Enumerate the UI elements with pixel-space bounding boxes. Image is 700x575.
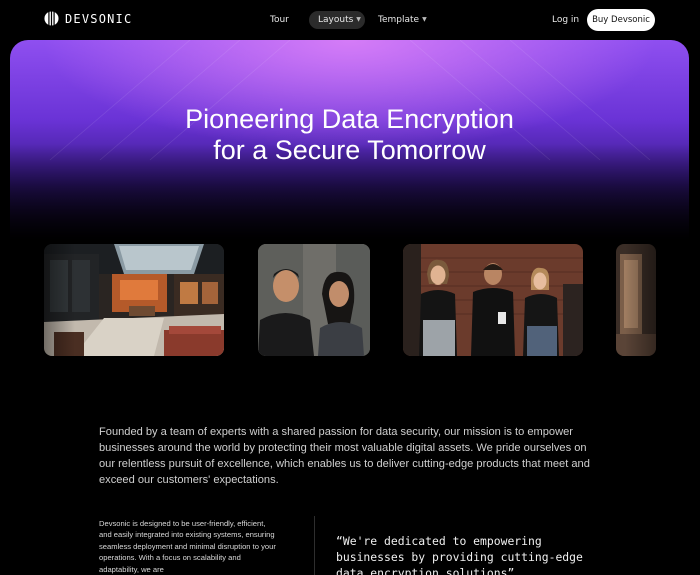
brand-logo[interactable]: DEVSONIC xyxy=(44,11,132,26)
login-link[interactable]: Log in xyxy=(552,11,579,29)
nav-item-template[interactable]: Template ▼ xyxy=(378,11,427,29)
buy-devsonic-button[interactable]: Buy Devsonic xyxy=(587,9,655,31)
mission-quote: “We're dedicated to empowering businesse… xyxy=(336,534,583,575)
logo-mark-icon xyxy=(44,11,59,26)
hero-title: Pioneering Data Encryption for a Secure … xyxy=(10,104,689,166)
gallery-fade-left xyxy=(0,244,75,356)
vertical-divider xyxy=(314,516,315,575)
caret-down-icon: ▼ xyxy=(422,16,427,23)
nav-item-label: Template xyxy=(378,15,420,25)
team-trio-photo xyxy=(403,244,583,356)
team-duo-photo xyxy=(258,244,370,356)
hero-banner: Pioneering Data Encryption for a Secure … xyxy=(10,40,689,240)
nav-item-label: Tour xyxy=(270,15,289,25)
nav-item-tour[interactable]: Tour xyxy=(270,11,289,29)
caret-down-icon: ▼ xyxy=(356,16,361,23)
top-nav: DEVSONIC Tour Layouts ▼ Template ▼ Log in … xyxy=(0,0,700,40)
brand-name: DEVSONIC xyxy=(65,11,133,26)
hero-title-line-1: Pioneering Data Encryption xyxy=(185,104,514,134)
hero-title-line-2: for a Secure Tomorrow xyxy=(213,135,486,165)
nav-item-label: Layouts xyxy=(318,15,354,25)
about-paragraph: Founded by a team of experts with a shar… xyxy=(99,426,590,486)
feature-description: Devsonic is designed to be user-friendly… xyxy=(99,519,276,574)
nav-item-layouts[interactable]: Layouts ▼ xyxy=(309,11,365,29)
gallery-fade-right xyxy=(625,244,700,356)
